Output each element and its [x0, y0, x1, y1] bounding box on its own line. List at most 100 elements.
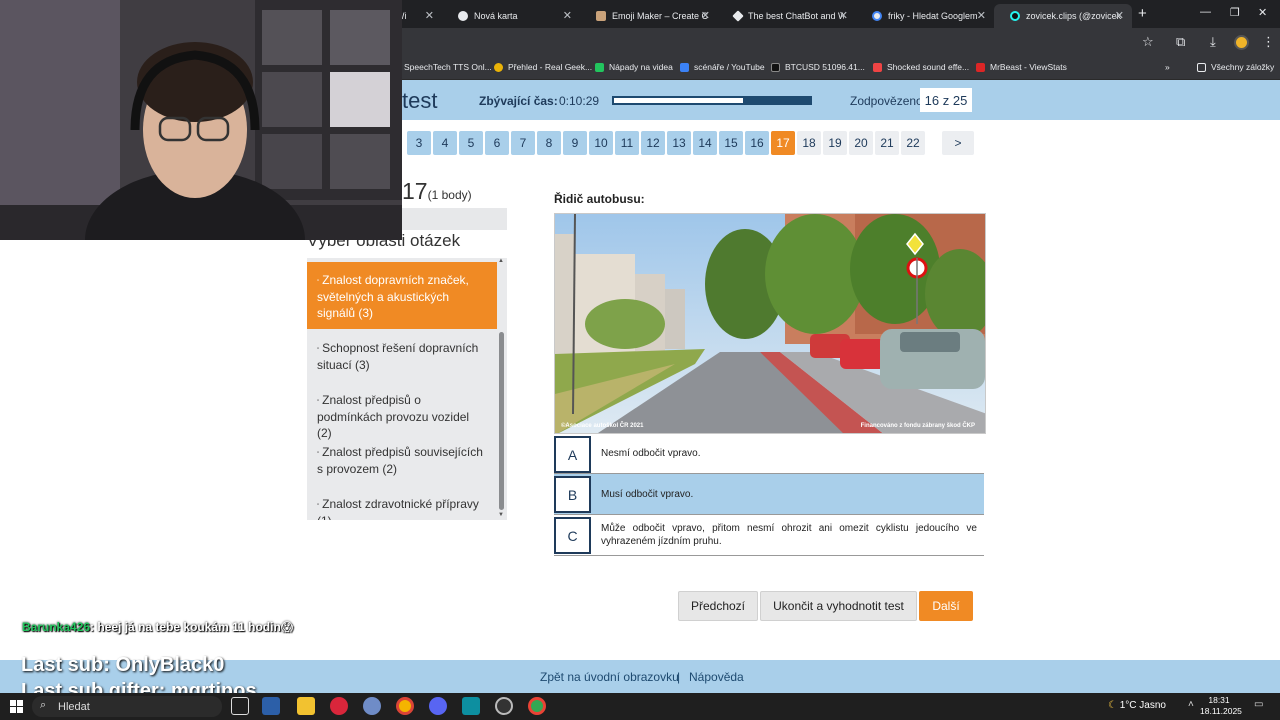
notification-icon[interactable]: ▭ [1254, 699, 1263, 710]
area-item-firstaid[interactable]: ▫Znalost zdravotnické přípravy (1) [307, 496, 497, 520]
bookmark-item[interactable]: MrBeast - ViewStats [976, 62, 1067, 72]
previous-button[interactable]: Předchozí [678, 591, 758, 621]
restore-icon[interactable]: ❐ [1230, 6, 1240, 19]
tab-title: zovicek.clips (@zovicek.cl [1026, 11, 1122, 21]
bullet-icon: ▫ [317, 345, 320, 352]
timer-progress-bar [612, 96, 812, 105]
areas-list: ▫ Znalost dopravních značek, světelných a… [307, 258, 507, 520]
question-nav-22[interactable]: 22 [901, 131, 925, 155]
area-item-situations[interactable]: ▫ Schopnost řešení dopravních situací (3) [307, 340, 497, 373]
app-icon[interactable] [363, 697, 381, 715]
answer-option-a[interactable]: A Nesmí odbočit vpravo. [554, 435, 984, 474]
discord-icon[interactable] [429, 697, 447, 715]
obs-icon[interactable] [495, 697, 513, 715]
weather-widget[interactable]: ☾ 1°C Jasno [1108, 700, 1166, 711]
timer-progress-fill [614, 98, 743, 103]
areas-scroll-thumb[interactable] [499, 332, 504, 510]
profile-avatar[interactable] [1234, 35, 1249, 50]
question-nav-next[interactable]: > [942, 131, 974, 155]
bookmark-item[interactable]: scénáře / YouTube [680, 62, 765, 72]
close-icon[interactable]: ✕ [701, 9, 710, 22]
all-bookmarks[interactable]: Všechny záložky [1197, 62, 1274, 72]
bookmark-item[interactable]: Shocked sound effe... [873, 62, 969, 72]
browser-tab[interactable]: The best ChatBot and Wr ✕ [718, 4, 856, 28]
question-nav-20[interactable]: 20 [849, 131, 873, 155]
question-nav-17[interactable]: 17 [771, 131, 795, 155]
close-icon[interactable]: ✕ [1115, 9, 1124, 22]
file-explorer-icon[interactable] [297, 697, 315, 715]
browser-tab[interactable]: Emoji Maker – Create Cu ✕ [580, 4, 718, 28]
question-number-value: 17 [402, 178, 428, 204]
finish-test-button[interactable]: Ukončit a vyhodnotit test [760, 591, 917, 621]
close-icon[interactable]: ✕ [977, 9, 986, 22]
download-icon[interactable]: ⤓ [1210, 34, 1216, 50]
bookmark-star-icon[interactable]: ☆ [1142, 34, 1154, 50]
tab-title: friky - Hledat Googlem [888, 11, 978, 21]
answer-option-b[interactable]: B Musí odbočit vpravo. [554, 474, 984, 515]
bullet-icon: ▫ [317, 501, 320, 508]
help-link[interactable]: Nápověda [689, 670, 744, 684]
tab-title: The best ChatBot and Wr [748, 11, 844, 21]
bookmark-item[interactable]: SpeechTech TTS Onl... [404, 62, 492, 72]
close-icon[interactable]: ✕ [563, 9, 572, 22]
webcam-overlay [0, 0, 402, 240]
tray-chevron-icon[interactable]: ˄ [1188, 699, 1194, 710]
question-nav-13[interactable]: 13 [667, 131, 691, 155]
area-item-vehicles[interactable]: ▫ Znalost předpisů o podmínkách provozu v… [307, 392, 497, 441]
next-button[interactable]: Další [919, 591, 973, 621]
question-nav-16[interactable]: 16 [745, 131, 769, 155]
question-points: (1 body) [427, 188, 472, 202]
chrome-icon[interactable] [528, 697, 546, 715]
tiktok-icon [1010, 11, 1020, 21]
question-nav-15[interactable]: 15 [719, 131, 743, 155]
more-bookmarks-icon[interactable]: » [1165, 62, 1170, 72]
question-nav-4[interactable]: 4 [433, 131, 457, 155]
new-tab-button[interactable]: + [1138, 5, 1147, 22]
docs-icon [680, 62, 689, 72]
question-nav-18[interactable]: 18 [797, 131, 821, 155]
windows-start-icon[interactable] [10, 700, 23, 713]
task-view-icon[interactable] [231, 697, 249, 715]
system-clock[interactable]: 18:31 18.11.2025 [1200, 695, 1242, 717]
chat-username: Barunka426 [22, 620, 91, 634]
browser-tab[interactable]: Nová karta ✕ [442, 4, 580, 28]
vegas-icon[interactable] [462, 697, 480, 715]
bookmark-item[interactable]: Nápady na videa [595, 62, 673, 72]
question-nav-7[interactable]: 7 [511, 131, 535, 155]
bookmark-item[interactable]: Přehled - Real Geek... [494, 62, 592, 72]
minimize-icon[interactable]: — [1200, 6, 1211, 18]
viewstats-icon [976, 62, 985, 72]
close-icon[interactable]: ✕ [839, 9, 848, 22]
scroll-down-icon[interactable]: ▼ [498, 512, 504, 518]
taskbar-search-input[interactable]: ⌕ Hledat [32, 696, 222, 717]
extensions-icon[interactable]: ⧉ [1176, 34, 1185, 50]
app-icon[interactable] [330, 697, 348, 715]
bookmark-item[interactable]: BTCUSD 51096.41... [771, 62, 865, 72]
area-item-signs[interactable]: ▫ Znalost dopravních značek, světelných a… [307, 262, 497, 329]
menu-icon[interactable]: ⋮ [1262, 34, 1275, 50]
question-nav-11[interactable]: 11 [615, 131, 639, 155]
question-nav-10[interactable]: 10 [589, 131, 613, 155]
question-nav-8[interactable]: 8 [537, 131, 561, 155]
question-nav-19[interactable]: 19 [823, 131, 847, 155]
home-link[interactable]: Zpět na úvodní obrazovku [540, 670, 679, 684]
answer-option-c[interactable]: C Může odbočit vpravo, přitom nesmí ohro… [554, 515, 984, 556]
browser-tab-active[interactable]: zovicek.clips (@zovicek.cl ✕ [994, 4, 1132, 28]
moon-icon: ☾ [1108, 700, 1117, 711]
scroll-up-icon[interactable]: ▲ [498, 258, 504, 264]
tab-title: Nová karta [474, 11, 518, 21]
question-nav-3[interactable]: 3 [407, 131, 431, 155]
webcam-feed [0, 0, 402, 240]
area-item-traffic[interactable]: ▫ Znalost předpisů souvisejících s provoz… [307, 444, 497, 477]
chrome-icon[interactable] [396, 697, 414, 715]
browser-tab[interactable]: friky - Hledat Googlem ✕ [856, 4, 994, 28]
question-nav-5[interactable]: 5 [459, 131, 483, 155]
question-nav-14[interactable]: 14 [693, 131, 717, 155]
question-nav-6[interactable]: 6 [485, 131, 509, 155]
close-window-icon[interactable]: ✕ [1258, 6, 1267, 19]
app-icon[interactable] [262, 697, 280, 715]
close-icon[interactable]: ✕ [425, 9, 434, 22]
question-nav-12[interactable]: 12 [641, 131, 665, 155]
question-nav-9[interactable]: 9 [563, 131, 587, 155]
question-nav-21[interactable]: 21 [875, 131, 899, 155]
